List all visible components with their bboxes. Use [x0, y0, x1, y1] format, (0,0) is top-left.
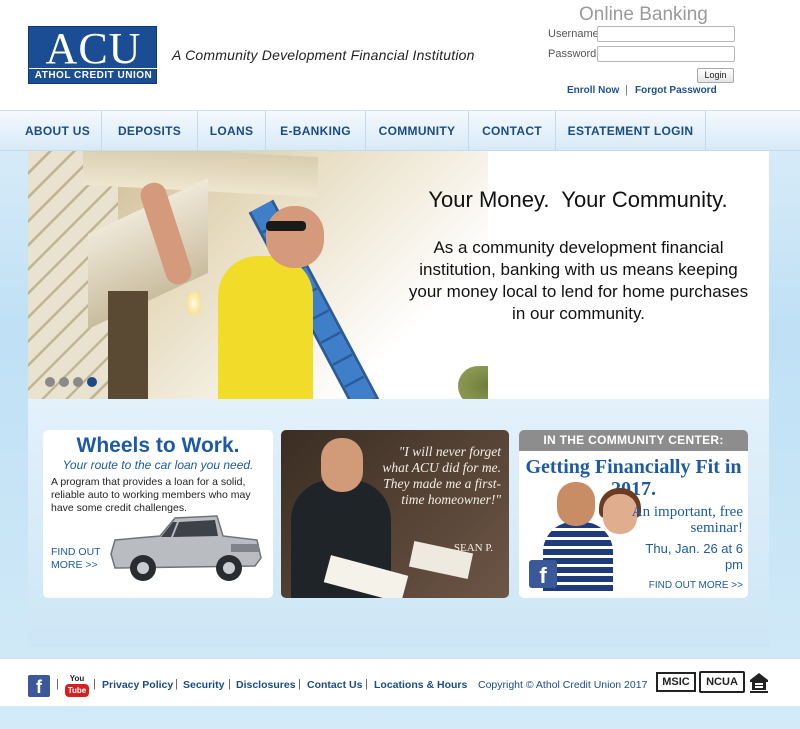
nav-deposits[interactable]: DEPOSITS: [102, 111, 198, 151]
pickup-truck-image: [110, 515, 262, 581]
facebook-icon[interactable]: f: [529, 560, 557, 588]
footer-locations-hours[interactable]: Locations & Hours: [374, 679, 467, 691]
testimonial-name: SEAN P.: [453, 542, 493, 554]
footer: f | You Tube | Privacy Policy | Security…: [0, 658, 800, 706]
nav-estatement-login[interactable]: ESTATEMENT LOGIN: [556, 111, 706, 151]
footer-separator: |: [365, 678, 368, 690]
community-center-card[interactable]: IN THE COMMUNITY CENTER: Getting Financi…: [519, 430, 748, 598]
card-title: Wheels to Work.: [76, 434, 240, 457]
header: ACU ATHOL CREDIT UNION A Community Devel…: [0, 0, 800, 110]
painter-shirt: [218, 256, 313, 399]
main-nav: ABOUT US DEPOSITS LOANS E-BANKING COMMUN…: [0, 110, 800, 151]
slide-dot-2[interactable]: [59, 377, 69, 387]
find-out-text: FIND OUT: [51, 546, 101, 558]
more-text: MORE >>: [51, 559, 98, 571]
ncua-badge: NCUA: [699, 671, 745, 693]
equal-housing-lender-icon: [750, 673, 768, 693]
promo-area: Wheels to Work. Your route to the car lo…: [28, 399, 769, 647]
find-out-more-link[interactable]: FIND OUT MORE >>: [647, 580, 743, 591]
window-post: [108, 291, 148, 399]
footer-separator: |: [56, 678, 59, 690]
facebook-icon[interactable]: f: [28, 675, 50, 697]
youtube-tube: Tube: [65, 684, 89, 697]
footer-privacy-policy[interactable]: Privacy Policy: [102, 679, 173, 691]
username-label: Username:: [548, 28, 602, 40]
sunglasses: [266, 221, 306, 231]
painter-head: [266, 206, 324, 268]
slide-indicators: [45, 374, 101, 392]
seminar-promo: An important, free seminar!: [631, 504, 743, 536]
wheels-to-work-card[interactable]: Wheels to Work. Your route to the car lo…: [43, 430, 273, 598]
username-input[interactable]: [597, 26, 735, 42]
login-button[interactable]: Login: [697, 68, 734, 83]
footer-separator: |: [228, 678, 231, 690]
nav-loans[interactable]: LOANS: [198, 111, 266, 151]
sean-head: [321, 438, 363, 492]
hero-slider: Your Money. Your Community. As a communi…: [28, 151, 769, 399]
nav-community[interactable]: COMMUNITY: [366, 111, 469, 151]
footer-security[interactable]: Security: [183, 679, 224, 691]
online-banking-title: Online Banking: [579, 4, 708, 25]
slide-dot-4[interactable]: [87, 377, 97, 387]
boy-head: [557, 482, 595, 526]
forgot-password-link[interactable]: Forgot Password: [635, 85, 717, 96]
enroll-now-link[interactable]: Enroll Now: [567, 85, 619, 96]
footer-disclosures[interactable]: Disclosures: [236, 679, 296, 691]
password-input[interactable]: [597, 46, 735, 62]
testimonial-quote: "I will never forget what ACU did for me…: [382, 444, 501, 507]
nav-e-banking[interactable]: E-BANKING: [266, 111, 366, 151]
community-banner: IN THE COMMUNITY CENTER:: [519, 430, 748, 451]
footer-contact-us[interactable]: Contact Us: [307, 679, 362, 691]
slide-dot-1[interactable]: [45, 377, 55, 387]
youtube-you: You: [69, 674, 85, 683]
tree: [458, 366, 488, 399]
tagline: A Community Development Financial Instit…: [172, 47, 475, 63]
hero-headline: Your Money. Your Community.: [428, 187, 728, 212]
link-separator: |: [625, 84, 628, 96]
password-label: Password:: [548, 48, 600, 60]
footer-separator: |: [298, 678, 301, 690]
hero-body: As a community development financial ins…: [408, 238, 749, 323]
logo-text: ACU: [45, 24, 142, 73]
youtube-icon[interactable]: You Tube: [65, 674, 89, 700]
copyright: Copyright © Athol Credit Union 2017: [478, 679, 648, 691]
acu-logo[interactable]: ACU ATHOL CREDIT UNION: [28, 24, 158, 84]
footer-separator: |: [93, 678, 96, 690]
seminar-date: Thu, Jan. 26 at 6 pm: [645, 541, 743, 572]
nav-contact[interactable]: CONTACT: [469, 111, 556, 151]
msic-badge: MSIC: [656, 672, 696, 692]
testimonial-card[interactable]: "I will never forget what ACU did for me…: [281, 430, 509, 598]
card-subtitle: Your route to the car loan you need.: [62, 458, 254, 472]
nav-about-us[interactable]: ABOUT US: [14, 111, 102, 151]
logo-subtitle: ATHOL CREDIT UNION: [29, 68, 158, 81]
porch-light: [187, 291, 201, 315]
footer-separator: |: [175, 678, 178, 690]
find-out-more-link[interactable]: FIND OUT MORE >>: [51, 546, 101, 572]
slide-dot-3[interactable]: [73, 377, 83, 387]
